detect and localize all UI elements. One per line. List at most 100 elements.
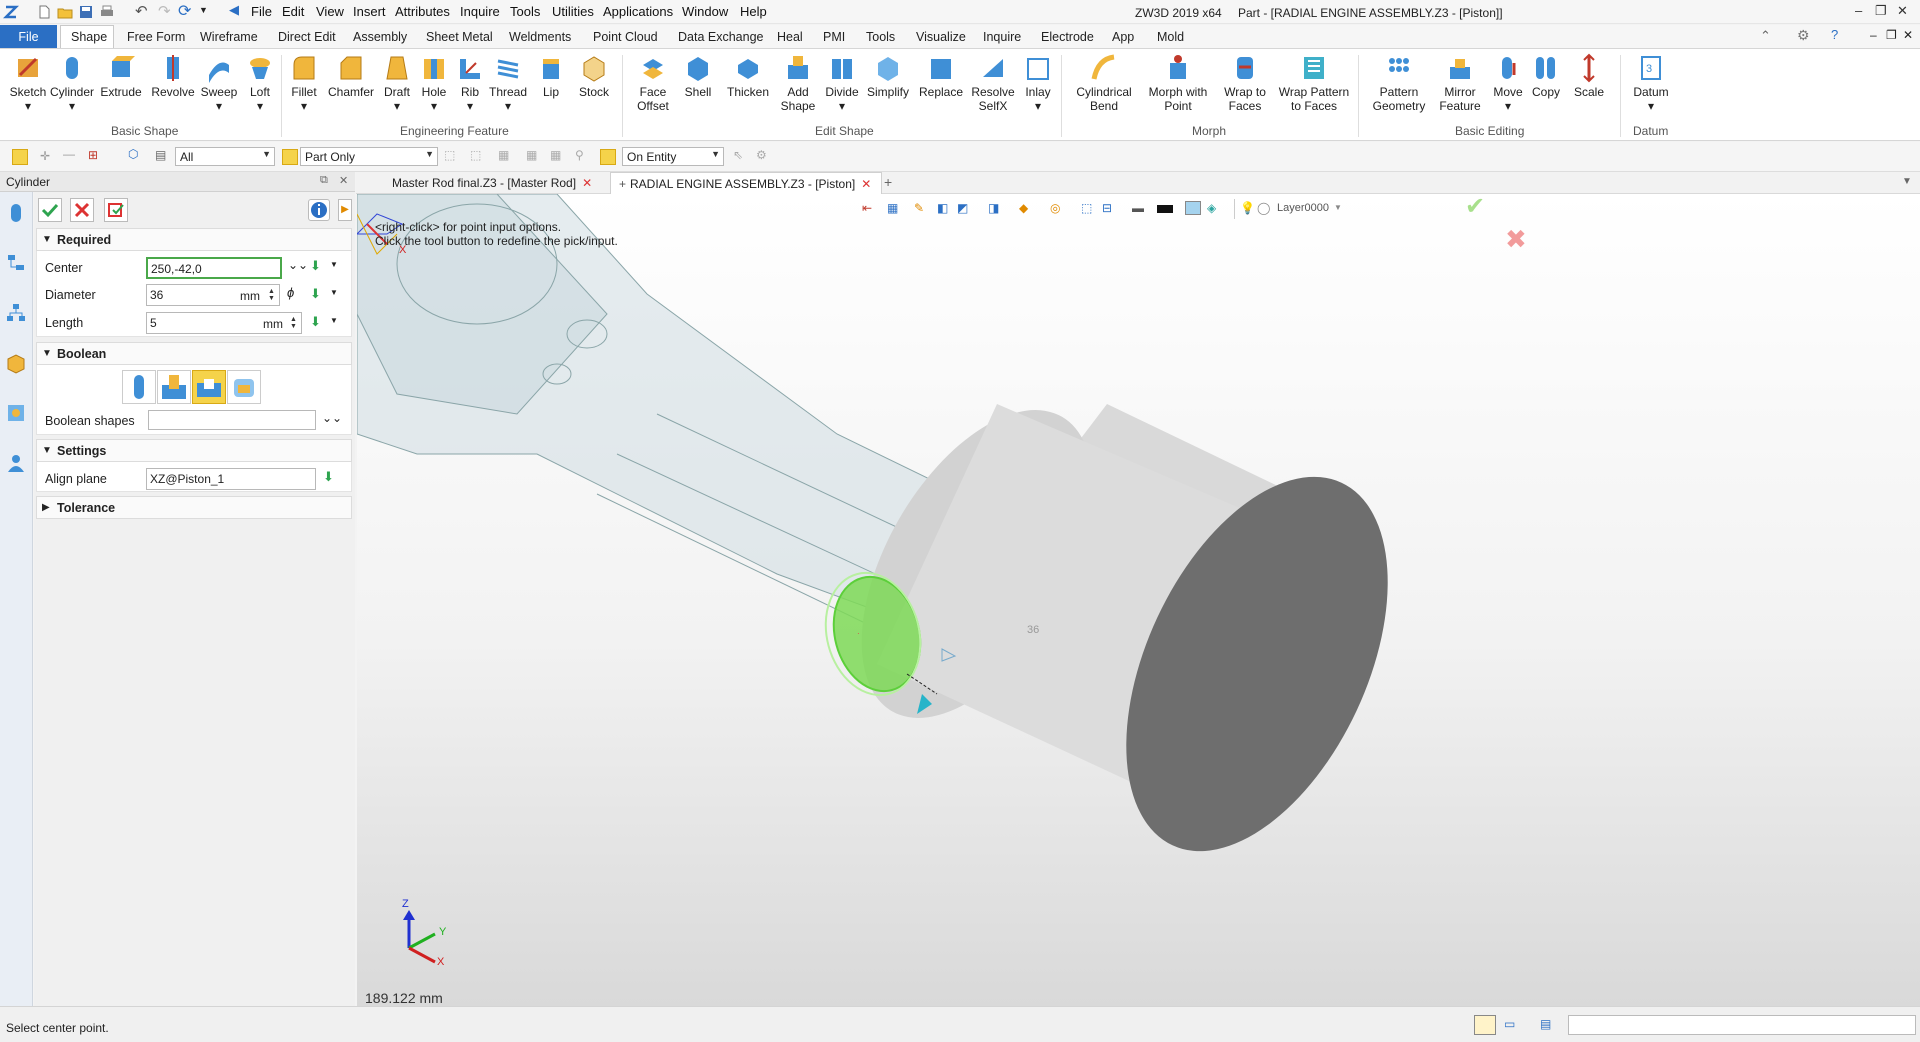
center-input[interactable]: 250,-42,0 bbox=[146, 257, 282, 279]
menu-inquire[interactable]: Inquire bbox=[460, 4, 500, 19]
menu-window[interactable]: Window bbox=[682, 4, 728, 19]
menu-insert[interactable]: Insert bbox=[353, 4, 386, 19]
morph-with-point-button[interactable]: Morph with Point bbox=[1140, 53, 1216, 113]
pick-value-icon[interactable]: ⬇ bbox=[310, 286, 321, 302]
status-view-icon[interactable] bbox=[1474, 1015, 1496, 1035]
select-plus-icon[interactable]: ✛ bbox=[40, 149, 50, 163]
background-color-icon[interactable] bbox=[1185, 201, 1201, 215]
redo-icon[interactable]: ↷ bbox=[158, 2, 171, 20]
extrude-button[interactable]: Extrude bbox=[97, 53, 145, 99]
layers-icon[interactable]: ◨ bbox=[988, 201, 999, 215]
diameter-spinner[interactable]: ▲ ▼ bbox=[268, 288, 275, 302]
tab-data-exchange[interactable]: Data Exchange bbox=[678, 30, 763, 44]
bar-chart-icon[interactable]: ▤ bbox=[155, 148, 166, 162]
command-input[interactable] bbox=[1568, 1015, 1916, 1035]
pick-plane-icon[interactable]: ⬇ bbox=[323, 469, 334, 485]
divide-button[interactable]: Divide ▾ bbox=[822, 53, 862, 113]
layer-select[interactable]: Layer0000 bbox=[1277, 202, 1329, 214]
wrap-to-faces-button[interactable]: Wrap to Faces bbox=[1220, 53, 1270, 113]
open-folder-icon[interactable] bbox=[57, 4, 73, 20]
light-bulb-icon[interactable]: 💡 bbox=[1240, 201, 1255, 215]
cylindrical-bend-button[interactable]: Cylindrical Bend bbox=[1072, 53, 1136, 113]
viewport-accept-icon[interactable]: ✔ bbox=[1465, 194, 1485, 221]
menu-file[interactable]: File bbox=[251, 4, 272, 19]
refresh-icon[interactable]: ⟳ bbox=[178, 1, 191, 21]
doc-restore-icon[interactable]: ❐ bbox=[1886, 28, 1897, 42]
boolean-remove-button[interactable] bbox=[192, 370, 226, 404]
tab-close-icon[interactable]: ✕ bbox=[861, 177, 871, 191]
viewport-cancel-icon[interactable]: ✖ bbox=[1505, 224, 1527, 255]
undo-icon[interactable]: ↶ bbox=[135, 2, 148, 20]
history-tree-icon[interactable] bbox=[5, 252, 27, 274]
part-library-icon[interactable] bbox=[5, 352, 27, 374]
tab-wireframe[interactable]: Wireframe bbox=[200, 30, 258, 44]
boolean-shapes-input[interactable] bbox=[148, 410, 316, 430]
help-icon[interactable]: ? bbox=[1831, 27, 1838, 42]
edit-icon[interactable]: ✎ bbox=[914, 201, 924, 215]
color-swatch[interactable] bbox=[1157, 205, 1173, 213]
visual-manager-icon[interactable] bbox=[5, 402, 27, 424]
boolean-intersect-button[interactable] bbox=[227, 370, 261, 404]
chevron-down-icon[interactable]: ▼ bbox=[330, 288, 338, 297]
toolbar-icon[interactable]: ▦ bbox=[550, 148, 561, 162]
inlay-button[interactable]: Inlay ▾ bbox=[1020, 53, 1056, 113]
copy-button[interactable]: Copy bbox=[1528, 53, 1564, 99]
shading-icon[interactable]: ◎ bbox=[1050, 201, 1060, 215]
tab-inquire[interactable]: Inquire bbox=[983, 30, 1021, 44]
hole-button[interactable]: Hole ▾ bbox=[416, 53, 452, 113]
thicken-button[interactable]: Thicken bbox=[724, 53, 772, 99]
tab-electrode[interactable]: Electrode bbox=[1041, 30, 1094, 44]
sweep-button[interactable]: Sweep ▾ bbox=[198, 53, 240, 113]
sketch-button[interactable]: Sketch ▾ bbox=[6, 53, 50, 113]
menu-applications[interactable]: Applications bbox=[603, 4, 673, 19]
chevron-down-icon[interactable]: ▼ bbox=[1334, 203, 1342, 212]
face-offset-button[interactable]: Face Offset bbox=[630, 53, 676, 113]
thread-button[interactable]: Thread ▾ bbox=[487, 53, 529, 113]
tab-list-icon[interactable]: ▼ bbox=[1902, 176, 1912, 187]
center-options-icon[interactable]: ⌄⌄ bbox=[288, 258, 308, 272]
view-cube-icon[interactable]: ◩ bbox=[957, 201, 968, 215]
wrap-pattern-to-faces-button[interactable]: Wrap Pattern to Faces bbox=[1274, 53, 1354, 113]
toolbar-icon[interactable]: ⚲ bbox=[575, 148, 584, 162]
toolbar-icon[interactable]: ▦ bbox=[498, 148, 509, 162]
add-shape-button[interactable]: Add Shape bbox=[778, 53, 818, 113]
lip-button[interactable]: Lip bbox=[536, 53, 566, 99]
close-panel-icon[interactable]: ✕ bbox=[339, 174, 348, 187]
tab-weldments[interactable]: Weldments bbox=[509, 30, 571, 44]
toolbar-icon[interactable]: ▦ bbox=[526, 148, 537, 162]
select-minus-icon[interactable]: — bbox=[63, 147, 75, 161]
panel-expand-button[interactable]: ▶ bbox=[338, 199, 352, 221]
tab-close-icon[interactable]: ✕ bbox=[582, 176, 592, 190]
tolerance-section-header[interactable]: ▶ Tolerance bbox=[36, 496, 352, 519]
doc-tab-master-rod[interactable]: Master Rod final.Z3 - [Master Rod] ✕ bbox=[384, 172, 622, 194]
tab-direct-edit[interactable]: Direct Edit bbox=[278, 30, 336, 44]
shell-button[interactable]: Shell bbox=[680, 53, 716, 99]
boolean-add-button[interactable] bbox=[157, 370, 191, 404]
mirror-feature-button[interactable]: Mirror Feature bbox=[1432, 53, 1488, 113]
user-icon[interactable] bbox=[5, 452, 27, 474]
settings-icon[interactable]: ⚙ bbox=[756, 148, 767, 162]
tab-heal[interactable]: Heal bbox=[777, 30, 803, 44]
replace-button[interactable]: Replace bbox=[918, 53, 964, 99]
hexagon-icon[interactable]: ⬡ bbox=[128, 147, 138, 161]
menu-tools[interactable]: Tools bbox=[510, 4, 540, 19]
section-icon[interactable]: ⊟ bbox=[1102, 201, 1112, 215]
ok-button[interactable] bbox=[38, 198, 62, 222]
assembly-tree-icon[interactable] bbox=[5, 302, 27, 324]
menu-help[interactable]: Help bbox=[740, 4, 767, 19]
print-icon[interactable] bbox=[99, 4, 115, 20]
required-section-header[interactable]: ▼ Required bbox=[36, 228, 352, 251]
menu-utilities[interactable]: Utilities bbox=[552, 4, 594, 19]
draft-button[interactable]: Draft ▾ bbox=[379, 53, 415, 113]
boolean-section-header[interactable]: ▼ Boolean bbox=[36, 342, 352, 365]
chevron-down-icon[interactable]: ▼ bbox=[330, 316, 338, 325]
loft-button[interactable]: Loft ▾ bbox=[240, 53, 280, 113]
minimize-icon[interactable]: – bbox=[1855, 3, 1862, 18]
align-plane-input[interactable]: XZ@Piston_1 bbox=[146, 468, 316, 490]
tab-shape[interactable]: Shape bbox=[71, 30, 107, 44]
chevron-down-icon[interactable]: ▼ bbox=[199, 5, 208, 15]
view-list-icon[interactable]: ▦ bbox=[887, 201, 898, 215]
chevron-down-icon[interactable]: ▼ bbox=[330, 260, 338, 269]
cylinder-button[interactable]: Cylinder ▾ bbox=[50, 53, 94, 113]
new-tab-icon[interactable]: + bbox=[884, 174, 892, 190]
